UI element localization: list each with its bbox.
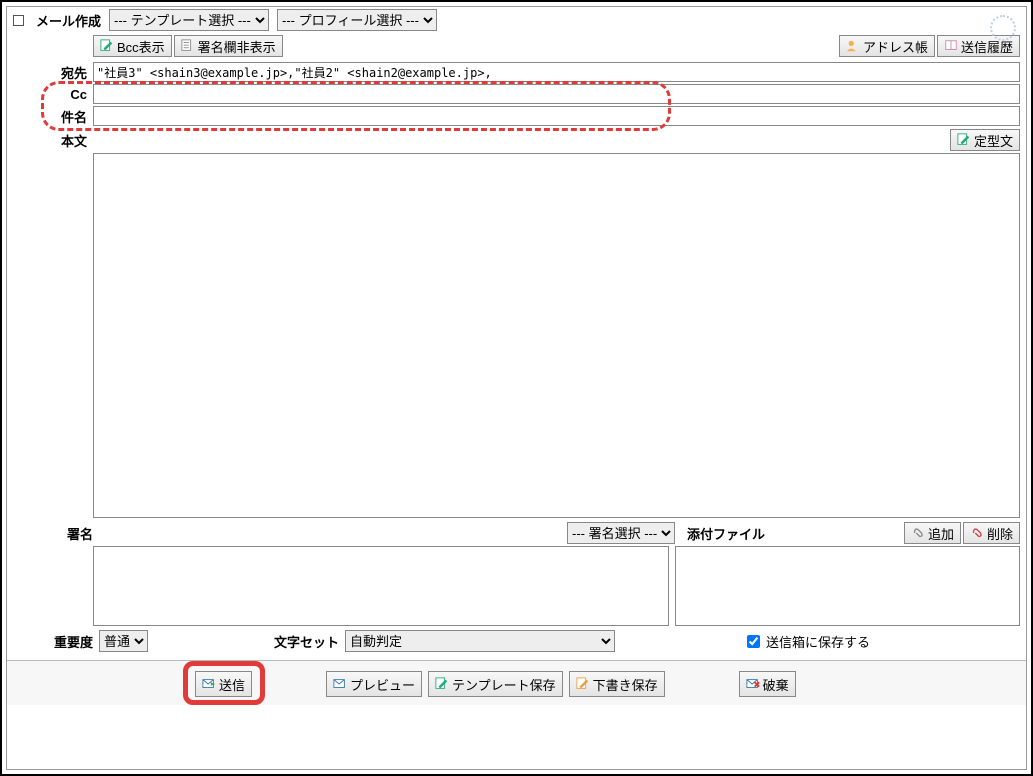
loading-spinner-icon xyxy=(990,15,1016,41)
template-select[interactable]: --- テンプレート選択 --- xyxy=(109,9,269,31)
mail-discard-icon xyxy=(746,677,760,691)
mail-preview-icon xyxy=(333,677,347,691)
cc-input[interactable] xyxy=(93,84,1020,104)
subject-label: 件名 xyxy=(13,107,93,126)
clip-icon xyxy=(911,526,925,540)
cc-label: Cc xyxy=(13,87,93,102)
attachment-label: 添付ファイル xyxy=(687,524,765,543)
signature-hide-label: 署名欄非表示 xyxy=(198,37,276,56)
page-title: メール作成 xyxy=(36,11,101,30)
discard-button[interactable]: 破棄 xyxy=(739,671,796,697)
signature-icon xyxy=(181,39,195,53)
charset-select[interactable]: 自動判定 xyxy=(345,630,615,652)
edit-icon xyxy=(100,39,114,53)
boilerplate-label: 定型文 xyxy=(974,131,1013,150)
save-template-icon xyxy=(435,677,449,691)
attachment-add-label: 追加 xyxy=(928,524,954,543)
edit-icon xyxy=(957,133,971,147)
importance-label: 重要度 xyxy=(13,632,93,651)
to-label: 宛先 xyxy=(13,63,93,82)
body-textarea[interactable] xyxy=(93,153,1020,518)
bcc-show-label: Bcc表示 xyxy=(117,37,165,56)
send-button[interactable]: 送信 xyxy=(195,671,252,697)
discard-label: 破棄 xyxy=(763,675,789,694)
save-draft-button[interactable]: 下書き保存 xyxy=(569,671,665,697)
bcc-show-button[interactable]: Bcc表示 xyxy=(93,35,172,57)
charset-label: 文字セット xyxy=(274,632,339,651)
importance-select[interactable]: 普通 xyxy=(99,630,148,652)
save-draft-label: 下書き保存 xyxy=(593,675,658,694)
save-draft-icon xyxy=(576,677,590,691)
address-book-button[interactable]: アドレス帳 xyxy=(839,35,935,57)
preview-button[interactable]: プレビュー xyxy=(326,671,422,697)
profile-select[interactable]: --- プロフィール選択 --- xyxy=(277,9,437,31)
mail-send-icon xyxy=(202,677,216,691)
send-label: 送信 xyxy=(219,675,245,694)
signature-box[interactable] xyxy=(93,546,669,626)
attachment-box[interactable] xyxy=(675,546,1020,626)
body-label: 本文 xyxy=(13,131,93,150)
save-template-button[interactable]: テンプレート保存 xyxy=(428,671,563,697)
boilerplate-button[interactable]: 定型文 xyxy=(950,129,1020,151)
subject-input[interactable] xyxy=(93,106,1020,126)
attachment-delete-button[interactable]: 削除 xyxy=(963,522,1020,544)
book-icon xyxy=(944,39,958,53)
address-book-label: アドレス帳 xyxy=(863,37,928,56)
signature-select[interactable]: --- 署名選択 --- xyxy=(567,522,675,544)
preview-label: プレビュー xyxy=(350,675,415,694)
save-to-sent-label: 送信箱に保存する xyxy=(766,632,870,651)
to-input[interactable] xyxy=(93,62,1020,82)
save-to-sent-checkbox[interactable] xyxy=(747,635,760,648)
save-template-label: テンプレート保存 xyxy=(452,675,556,694)
attachment-delete-label: 削除 xyxy=(987,524,1013,543)
clip-delete-icon xyxy=(970,526,984,540)
signature-hide-button[interactable]: 署名欄非表示 xyxy=(174,35,283,57)
address-book-icon xyxy=(846,39,860,53)
attachment-add-button[interactable]: 追加 xyxy=(904,522,961,544)
window-icon xyxy=(13,15,24,26)
signature-label: 署名 xyxy=(13,524,93,543)
